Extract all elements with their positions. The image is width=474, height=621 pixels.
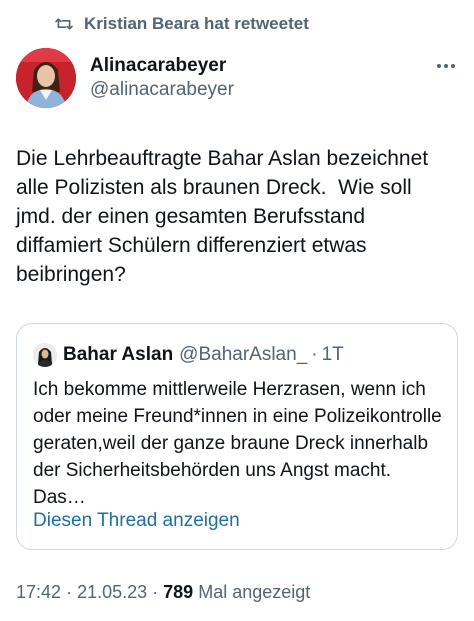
- retweet-label: Kristian Beara hat retweetet: [84, 14, 309, 33]
- quoted-author-avatar: [33, 343, 57, 367]
- avatar-image: [16, 48, 76, 108]
- meta-separator: ·: [152, 582, 164, 602]
- views-label: Mal angezeigt: [198, 582, 311, 602]
- quoted-tweet-card[interactable]: Bahar Aslan @BaharAslan_ · 1T Ich bekomm…: [16, 323, 458, 550]
- quoted-author-display-name: Bahar Aslan: [63, 344, 174, 365]
- quoted-author-handle: @BaharAslan_: [179, 344, 308, 365]
- quoted-separator-dot: ·: [311, 344, 318, 365]
- meta-separator: ·: [66, 582, 78, 602]
- retweet-indicator[interactable]: Kristian Beara hat retweetet: [54, 14, 309, 34]
- tweet-author: Alinacarabeyer @alinacarabeyer: [16, 48, 458, 108]
- author-display-name[interactable]: Alinacarabeyer: [90, 54, 234, 78]
- quoted-tweet-text: Ich bekomme mittlerweile Herzrasen, wenn…: [33, 379, 442, 508]
- quoted-timestamp: 1T: [321, 344, 344, 365]
- tweet-meta: 17:42 · 21.05.23 · 789 Mal angezeigt: [16, 582, 310, 603]
- author-avatar[interactable]: [16, 48, 76, 108]
- retweet-icon: [55, 18, 73, 30]
- views-count: 789: [163, 582, 194, 602]
- quoted-avatar-image: [33, 343, 57, 367]
- tweet-time[interactable]: 17:42: [16, 582, 61, 602]
- show-thread-link[interactable]: Diesen Thread anzeigen: [33, 510, 240, 532]
- tweet-text: Die Lehrbeauftragte Bahar Aslan bezeichn…: [16, 147, 434, 286]
- tweet-date[interactable]: 21.05.23: [77, 582, 147, 602]
- ellipsis-icon[interactable]: [434, 56, 458, 76]
- author-handle[interactable]: @alinacarabeyer: [90, 78, 234, 102]
- quoted-tweet-header: Bahar Aslan @BaharAslan_ · 1T: [33, 343, 344, 367]
